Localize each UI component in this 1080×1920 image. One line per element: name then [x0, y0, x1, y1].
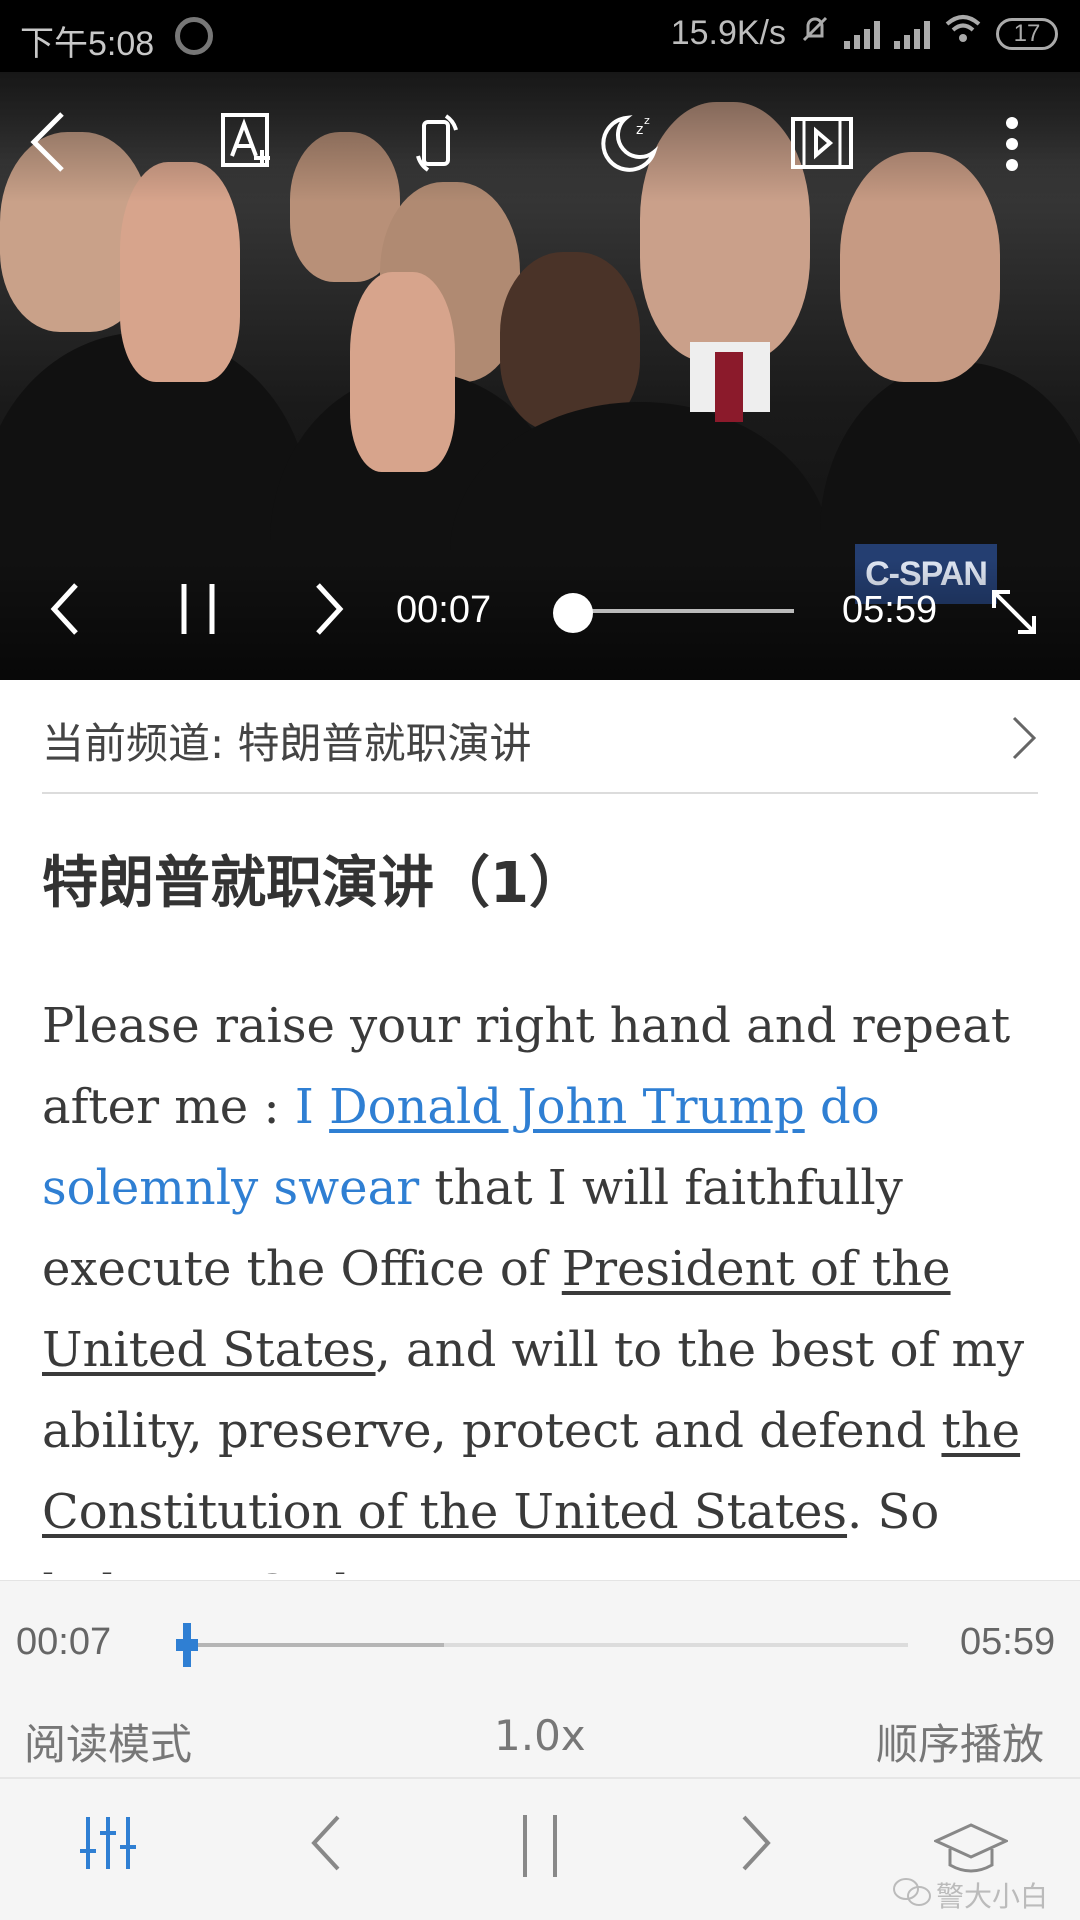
video-list-icon[interactable] — [790, 116, 854, 170]
scene-tie — [715, 352, 743, 422]
previous-icon[interactable] — [50, 582, 80, 636]
next-icon[interactable] — [314, 582, 344, 636]
previous-icon[interactable] — [310, 1813, 342, 1877]
player-panel: 00:07 05:59 阅读模式 1.0x 顺序播放 警大小白 — [0, 1580, 1080, 1920]
panel-divider — [0, 1777, 1080, 1779]
status-indicators: 15.9K/s 17 — [671, 14, 1058, 53]
video-seek-handle[interactable] — [553, 593, 593, 633]
player-buffer-bar — [186, 1643, 444, 1647]
battery-icon: 17 — [996, 17, 1058, 50]
sleep-timer-icon[interactable]: zz — [598, 112, 660, 174]
phone-rotate-icon[interactable] — [412, 112, 462, 174]
current-channel-row[interactable]: 当前频道: 特朗普就职演讲 — [42, 686, 1038, 794]
current-channel-label: 当前频道: 特朗普就职演讲 — [42, 719, 532, 768]
passage-segment[interactable]: I — [295, 1079, 329, 1135]
svg-text:z: z — [644, 114, 650, 127]
passage-segment[interactable]: Donald John Trump — [329, 1079, 805, 1135]
speed-button[interactable]: 1.0x — [494, 1711, 586, 1760]
font-size-icon[interactable] — [220, 112, 278, 170]
svg-text:z: z — [636, 122, 643, 138]
watermark-text: 警大小白 — [936, 1880, 1049, 1913]
status-bar: 下午5:08 15.9K/s 17 — [0, 0, 1080, 72]
scene-hand — [350, 272, 455, 472]
equalizer-icon[interactable] — [78, 1813, 138, 1877]
play-order-button[interactable]: 顺序播放 — [876, 1711, 1044, 1772]
signal-icon — [844, 19, 880, 49]
lesson-title: 特朗普就职演讲（1） — [42, 851, 585, 916]
video-duration: 05:59 — [842, 589, 938, 631]
chevron-right-icon — [1010, 714, 1038, 766]
player-current-time: 00:07 — [16, 1621, 112, 1663]
wifi-icon — [944, 14, 982, 53]
transcript-passage: Please raise your right hand and repeat … — [42, 986, 1042, 1574]
status-time: 下午5:08 — [20, 25, 155, 63]
fullscreen-icon[interactable] — [988, 586, 1040, 638]
player-seek-handle-base — [176, 1639, 198, 1651]
alarm-icon — [175, 17, 213, 55]
next-icon[interactable] — [740, 1813, 772, 1877]
pause-icon[interactable] — [178, 582, 218, 636]
signal-icon-2 — [894, 19, 930, 49]
network-speed: 15.9K/s — [670, 14, 786, 52]
video-seek-track[interactable] — [572, 609, 794, 613]
player-duration: 05:59 — [960, 1621, 1056, 1663]
mute-icon — [800, 14, 830, 53]
video-shade-top — [0, 72, 1080, 202]
video-player[interactable]: C-SPAN zz 00:07 05:59 — [0, 72, 1080, 680]
video-current-time: 00:07 — [396, 589, 492, 631]
pause-icon[interactable] — [520, 1813, 560, 1883]
read-mode-button[interactable]: 阅读模式 — [24, 1711, 192, 1772]
back-icon[interactable] — [28, 110, 68, 174]
more-icon[interactable] — [1002, 116, 1022, 172]
wechat-icon — [892, 1875, 932, 1913]
